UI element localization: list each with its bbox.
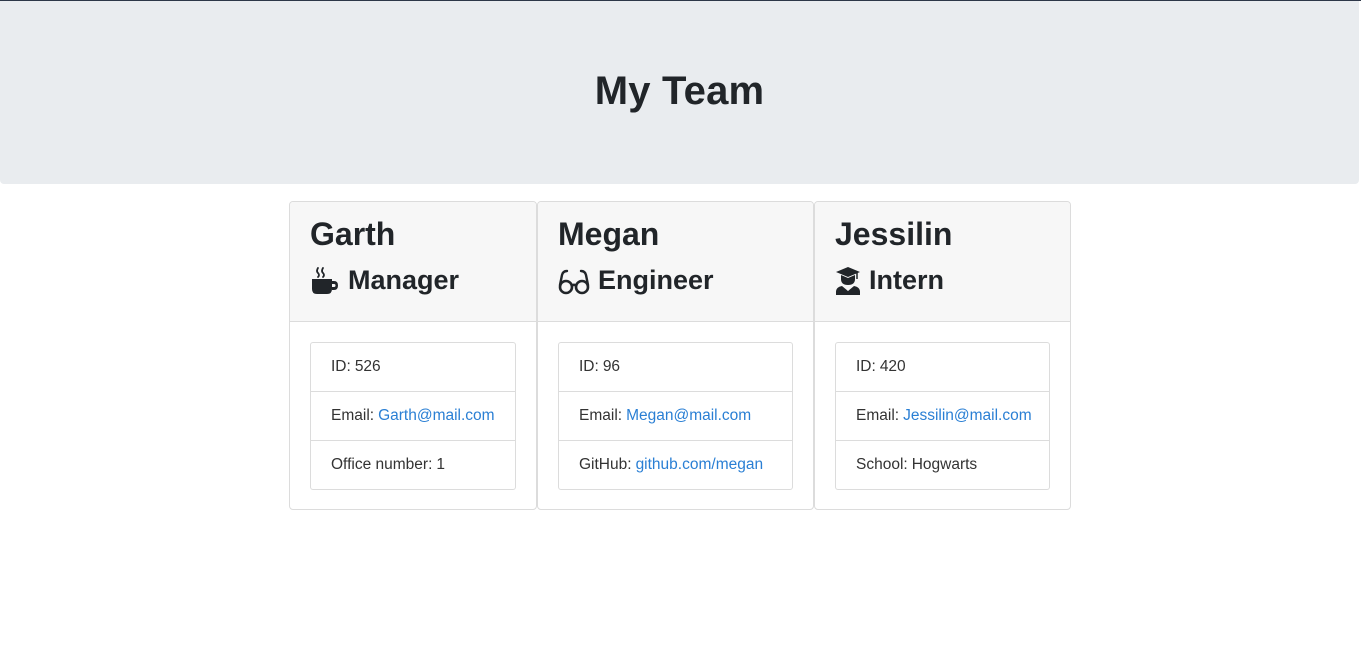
email-label: Email: [579,407,623,424]
id-label: ID: [331,358,351,375]
user-graduate-icon [835,266,861,296]
employee-card-intern: Jessilin Intern ID: 420 Email: Jessilin@… [814,201,1071,510]
employee-details-list: ID: 526 Email: Garth@mail.com Office num… [310,342,516,490]
glasses-icon [558,266,590,296]
school-label: School: [856,456,908,473]
id-label: ID: [579,358,599,375]
role-label: Engineer [598,265,714,295]
email-link[interactable]: Garth@mail.com [378,407,495,425]
employee-card-engineer: Megan Engineer ID: 96 Email: Megan@mail.… [537,201,814,510]
card-header: Megan Engineer [538,202,813,322]
employee-name: Megan [558,216,660,252]
list-item-email: Email: Megan@mail.com [559,392,792,441]
role-label: Intern [869,265,945,295]
id-label: ID: [856,358,876,375]
employee-name: Garth [310,216,396,252]
list-item-id: ID: 420 [836,343,1049,392]
github-label: GitHub: [579,456,632,473]
list-item-email: Email: Garth@mail.com [311,392,515,441]
employee-role: Engineer [558,265,714,296]
card-header: Jessilin Intern [815,202,1070,322]
email-link[interactable]: Megan@mail.com [626,407,751,425]
list-item-github: GitHub: github.com/megan [559,441,792,489]
github-link[interactable]: github.com/megan [636,456,764,474]
employee-details-list: ID: 96 Email: Megan@mail.com GitHub: git… [558,342,793,490]
email-link[interactable]: Jessilin@mail.com [903,407,1032,425]
office-number-value: 1 [436,456,445,473]
employee-card-manager: Garth Manager ID: 526 Email: Garth@mail.… [289,201,537,510]
employee-details-list: ID: 420 Email: Jessilin@mail.com School:… [835,342,1050,490]
card-header: Garth Manager [290,202,536,322]
list-item-email: Email: Jessilin@mail.com [836,392,1049,441]
role-label: Manager [348,265,460,295]
email-label: Email: [856,407,900,424]
employee-role: Intern [835,265,944,296]
list-item-id: ID: 526 [311,343,515,392]
list-item-office-number: Office number: 1 [311,441,515,489]
mug-hot-icon [310,266,340,296]
jumbotron-header: My Team [0,1,1359,184]
list-item-school: School: Hogwarts [836,441,1049,489]
list-item-id: ID: 96 [559,343,792,392]
id-value: 420 [879,358,906,375]
id-value: 96 [602,358,621,375]
page-title: My Team [594,69,765,113]
employee-name: Jessilin [835,216,953,252]
school-value: Hogwarts [911,456,978,473]
office-number-label: Office number: [331,456,433,473]
page: My Team Garth Manager ID: 526 Email: Gar… [0,0,1361,658]
email-label: Email: [331,407,375,424]
employee-role: Manager [310,265,459,296]
id-value: 526 [354,358,381,375]
